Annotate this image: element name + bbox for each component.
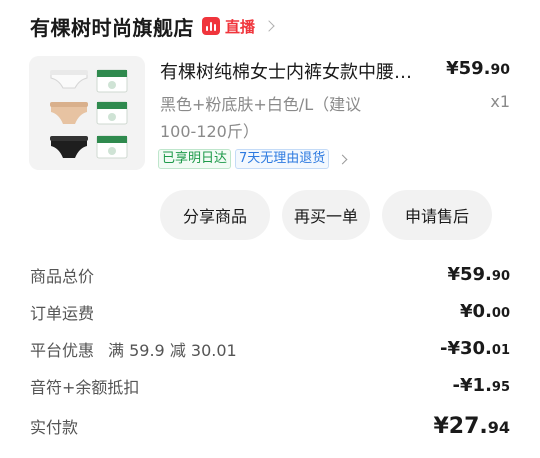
product-price-dec: 90: [490, 62, 510, 78]
platform-discount-int: -¥30.: [440, 338, 492, 359]
paid-int: ¥27.: [433, 413, 488, 439]
goods-total-label: 商品总价: [30, 266, 95, 286]
balance-deduction-amount: -¥1.95: [453, 375, 510, 396]
product-price: ¥59.90: [446, 58, 510, 79]
shipping-label: 订单运费: [30, 303, 95, 323]
product-quantity: x1: [490, 92, 510, 111]
shipping-int: ¥0.: [460, 301, 492, 322]
order-actions: 分享商品 再买一单 申请售后: [160, 190, 492, 240]
shipping-amount: ¥0.00: [460, 301, 510, 322]
product-thumbnail[interactable]: [29, 56, 145, 170]
live-label: 直播: [225, 17, 256, 36]
summary-row-paid: 实付款 ¥27.94: [30, 406, 510, 446]
platform-discount-rule: 满 59.9 减 30.01: [108, 340, 237, 360]
paid-label: 实付款: [30, 418, 79, 437]
goods-total-amount: ¥59.90: [447, 264, 510, 285]
balance-deduction-int: -¥1.: [452, 375, 492, 396]
chevron-right-icon[interactable]: [337, 154, 348, 164]
underwear-product-image: [29, 56, 145, 170]
summary-row-platform-discount: 平台优惠满 59.9 减 30.01 -¥30.01: [30, 330, 510, 367]
balance-deduction-dec: 95: [491, 380, 510, 395]
live-icon: [202, 17, 220, 35]
paid-amount: ¥27.94: [433, 414, 510, 439]
product-variant: 黑色+粉底肤+白色/L（建议100-120斤）: [160, 95, 362, 141]
summary-row-shipping: 订单运费 ¥0.00: [30, 293, 510, 330]
balance-deduction-label: 音符+余额抵扣: [30, 377, 140, 397]
platform-discount-label: 平台优惠: [30, 340, 95, 360]
after-sale-button[interactable]: 申请售后: [382, 190, 492, 240]
platform-discount-label-group: 平台优惠满 59.9 减 30.01: [30, 337, 237, 361]
share-product-button[interactable]: 分享商品: [160, 190, 270, 240]
service-tags[interactable]: 已享明日达 7天无理由退货: [158, 149, 348, 169]
platform-discount-dec: 01: [491, 343, 510, 358]
product-price-int: ¥59.: [446, 58, 491, 79]
summary-row-balance-deduction: 音符+余额抵扣 -¥1.95: [30, 367, 510, 404]
product-title[interactable]: 有棵树纯棉女士内裤女款中腰抗菌透气: [160, 58, 428, 84]
store-header[interactable]: 有棵树时尚旗舰店 直播: [30, 10, 275, 42]
buy-again-button[interactable]: 再买一单: [282, 190, 370, 240]
summary-row-goods-total: 商品总价 ¥59.90: [30, 256, 510, 293]
platform-discount-amount: -¥30.01: [440, 338, 510, 359]
seven-day-return-tag: 7天无理由退货: [235, 149, 330, 169]
chevron-right-icon[interactable]: [263, 20, 275, 32]
store-name[interactable]: 有棵树时尚旗舰店: [30, 12, 194, 41]
goods-total-int: ¥59.: [447, 264, 492, 285]
shipping-dec: 00: [491, 306, 510, 321]
paid-dec: 94: [487, 417, 510, 437]
next-day-delivery-tag: 已享明日达: [158, 149, 232, 169]
price-summary: 商品总价 ¥59.90 订单运费 ¥0.00 平台优惠满 59.9 减 30.0…: [30, 256, 510, 446]
live-badge[interactable]: 直播: [202, 16, 255, 37]
goods-total-dec: 90: [491, 269, 510, 284]
